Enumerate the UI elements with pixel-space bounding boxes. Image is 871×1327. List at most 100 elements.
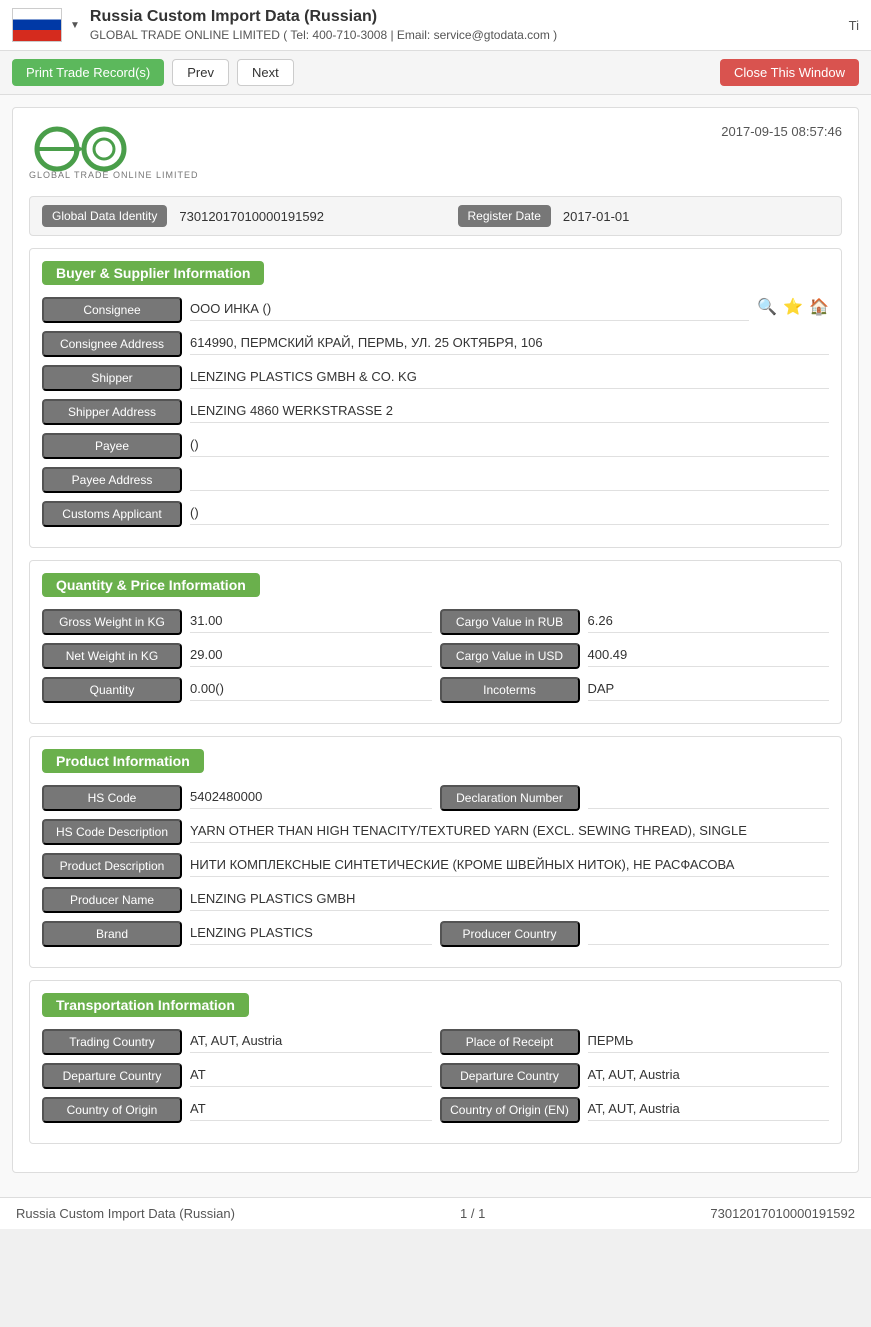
departure-country-value: AT bbox=[190, 1063, 432, 1087]
cargo-rub-field: Cargo Value in RUB 6.26 bbox=[440, 609, 830, 635]
payee-label: Payee bbox=[42, 433, 182, 459]
hs-code-row: HS Code 5402480000 Declaration Number bbox=[42, 785, 829, 811]
prev-button[interactable]: Prev bbox=[172, 59, 229, 86]
trading-country-field: Trading Country AT, AUT, Austria bbox=[42, 1029, 432, 1055]
net-weight-value: 29.00 bbox=[190, 643, 432, 667]
cargo-rub-value: 6.26 bbox=[588, 609, 830, 633]
quantity-value: 0.00() bbox=[190, 677, 432, 701]
place-of-receipt-field: Place of Receipt ПЕРМЬ bbox=[440, 1029, 830, 1055]
cargo-usd-field: Cargo Value in USD 400.49 bbox=[440, 643, 830, 669]
register-date-label: Register Date bbox=[458, 205, 551, 227]
brand-value: LENZING PLASTICS bbox=[190, 921, 432, 945]
incoterms-field: Incoterms DAP bbox=[440, 677, 830, 703]
next-button[interactable]: Next bbox=[237, 59, 294, 86]
register-date-value: 2017-01-01 bbox=[563, 209, 829, 224]
logo-wrap: GLOBAL TRADE ONLINE LIMITED bbox=[29, 124, 199, 180]
departure-country-en-value: AT, AUT, Austria bbox=[588, 1063, 830, 1087]
gross-weight-label: Gross Weight in KG bbox=[42, 609, 182, 635]
identity-row: Global Data Identity 7301201701000019159… bbox=[29, 196, 842, 236]
home-icon[interactable]: 🏠 bbox=[809, 297, 829, 317]
customs-applicant-label: Customs Applicant bbox=[42, 501, 182, 527]
product-section: Product Information HS Code 5402480000 D… bbox=[29, 736, 842, 968]
logo-subtitle: GLOBAL TRADE ONLINE LIMITED bbox=[29, 170, 199, 180]
payee-address-value bbox=[190, 467, 829, 491]
payee-value: () bbox=[190, 433, 829, 457]
producer-name-value: LENZING PLASTICS GMBH bbox=[190, 887, 829, 911]
product-title: Product Information bbox=[42, 749, 204, 773]
departure-country-en-field: Departure Country AT, AUT, Austria bbox=[440, 1063, 830, 1089]
country-flag bbox=[12, 8, 62, 42]
country-of-origin-label: Country of Origin bbox=[42, 1097, 182, 1123]
app-title: Russia Custom Import Data (Russian) bbox=[90, 8, 557, 26]
buyer-supplier-title: Buyer & Supplier Information bbox=[42, 261, 264, 285]
print-button[interactable]: Print Trade Record(s) bbox=[12, 59, 164, 86]
payee-row: Payee () bbox=[42, 433, 829, 459]
departure-country-row: Departure Country AT Departure Country A… bbox=[42, 1063, 829, 1089]
gross-weight-value: 31.00 bbox=[190, 609, 432, 633]
consignee-icons: 🔍 ⭐ 🏠 bbox=[757, 297, 829, 317]
country-of-origin-row: Country of Origin AT Country of Origin (… bbox=[42, 1097, 829, 1123]
shipper-value: LENZING PLASTICS GMBH & CO. KG bbox=[190, 365, 829, 389]
net-weight-label: Net Weight in KG bbox=[42, 643, 182, 669]
buyer-supplier-section: Buyer & Supplier Information Consignee О… bbox=[29, 248, 842, 548]
quantity-row: Quantity 0.00() Incoterms DAP bbox=[42, 677, 829, 703]
producer-country-value bbox=[588, 921, 830, 945]
search-icon[interactable]: 🔍 bbox=[757, 297, 777, 317]
consignee-value: ООО ИНКА () bbox=[190, 297, 749, 321]
dropdown-arrow-icon[interactable]: ▼ bbox=[70, 20, 80, 31]
shipper-address-value: LENZING 4860 WERKSTRASSE 2 bbox=[190, 399, 829, 423]
quantity-field: Quantity 0.00() bbox=[42, 677, 432, 703]
place-of-receipt-label: Place of Receipt bbox=[440, 1029, 580, 1055]
footer-page-title: Russia Custom Import Data (Russian) bbox=[16, 1206, 235, 1221]
record-date: 2017-09-15 08:57:46 bbox=[721, 124, 842, 139]
brand-field: Brand LENZING PLASTICS bbox=[42, 921, 432, 947]
app-header: ▼ Russia Custom Import Data (Russian) GL… bbox=[0, 0, 871, 51]
transportation-section: Transportation Information Trading Count… bbox=[29, 980, 842, 1144]
producer-name-label: Producer Name bbox=[42, 887, 182, 913]
hs-code-label: HS Code bbox=[42, 785, 182, 811]
declaration-number-label: Declaration Number bbox=[440, 785, 580, 811]
country-of-origin-en-value: AT, AUT, Austria bbox=[588, 1097, 830, 1121]
payee-address-row: Payee Address bbox=[42, 467, 829, 493]
producer-name-row: Producer Name LENZING PLASTICS GMBH bbox=[42, 887, 829, 913]
record-card: GLOBAL TRADE ONLINE LIMITED 2017-09-15 0… bbox=[12, 107, 859, 1173]
hs-code-desc-row: HS Code Description YARN OTHER THAN HIGH… bbox=[42, 819, 829, 845]
hs-code-desc-value: YARN OTHER THAN HIGH TENACITY/TEXTURED Y… bbox=[190, 819, 829, 843]
departure-country-field: Departure Country AT bbox=[42, 1063, 432, 1089]
departure-country-label: Departure Country bbox=[42, 1063, 182, 1089]
global-data-identity-value: 73012017010000191592 bbox=[179, 209, 445, 224]
main-content: GLOBAL TRADE ONLINE LIMITED 2017-09-15 0… bbox=[0, 95, 871, 1197]
footer-record-id: 73012017010000191592 bbox=[710, 1206, 855, 1221]
logo-image bbox=[29, 124, 159, 174]
trading-country-label: Trading Country bbox=[42, 1029, 182, 1055]
place-of-receipt-value: ПЕРМЬ bbox=[588, 1029, 830, 1053]
country-of-origin-field: Country of Origin AT bbox=[42, 1097, 432, 1123]
brand-label: Brand bbox=[42, 921, 182, 947]
customs-applicant-value: () bbox=[190, 501, 829, 525]
cargo-rub-label: Cargo Value in RUB bbox=[440, 609, 580, 635]
gross-weight-row: Gross Weight in KG 31.00 Cargo Value in … bbox=[42, 609, 829, 635]
country-of-origin-en-field: Country of Origin (EN) AT, AUT, Austria bbox=[440, 1097, 830, 1123]
close-button[interactable]: Close This Window bbox=[720, 59, 859, 86]
shipper-label: Shipper bbox=[42, 365, 182, 391]
country-of-origin-value: AT bbox=[190, 1097, 432, 1121]
declaration-number-value bbox=[588, 785, 830, 809]
product-desc-row: Product Description НИТИ КОМПЛЕКСНЫЕ СИН… bbox=[42, 853, 829, 879]
record-header: GLOBAL TRADE ONLINE LIMITED 2017-09-15 0… bbox=[29, 124, 842, 180]
shipper-address-label: Shipper Address bbox=[42, 399, 182, 425]
quantity-label: Quantity bbox=[42, 677, 182, 703]
incoterms-value: DAP bbox=[588, 677, 830, 701]
consignee-label: Consignee bbox=[42, 297, 182, 323]
hs-code-value: 5402480000 bbox=[190, 785, 432, 809]
page-footer: Russia Custom Import Data (Russian) 1 / … bbox=[0, 1197, 871, 1229]
cargo-usd-value: 400.49 bbox=[588, 643, 830, 667]
star-icon[interactable]: ⭐ bbox=[783, 297, 803, 317]
trading-country-row: Trading Country AT, AUT, Austria Place o… bbox=[42, 1029, 829, 1055]
quantity-price-section: Quantity & Price Information Gross Weigh… bbox=[29, 560, 842, 724]
net-weight-field: Net Weight in KG 29.00 bbox=[42, 643, 432, 669]
product-desc-value: НИТИ КОМПЛЕКСНЫЕ СИНТЕТИЧЕСКИЕ (КРОМЕ ШВ… bbox=[190, 853, 829, 877]
brand-row: Brand LENZING PLASTICS Producer Country bbox=[42, 921, 829, 947]
global-data-identity-label: Global Data Identity bbox=[42, 205, 167, 227]
shipper-row: Shipper LENZING PLASTICS GMBH & CO. KG bbox=[42, 365, 829, 391]
consignee-address-label: Consignee Address bbox=[42, 331, 182, 357]
